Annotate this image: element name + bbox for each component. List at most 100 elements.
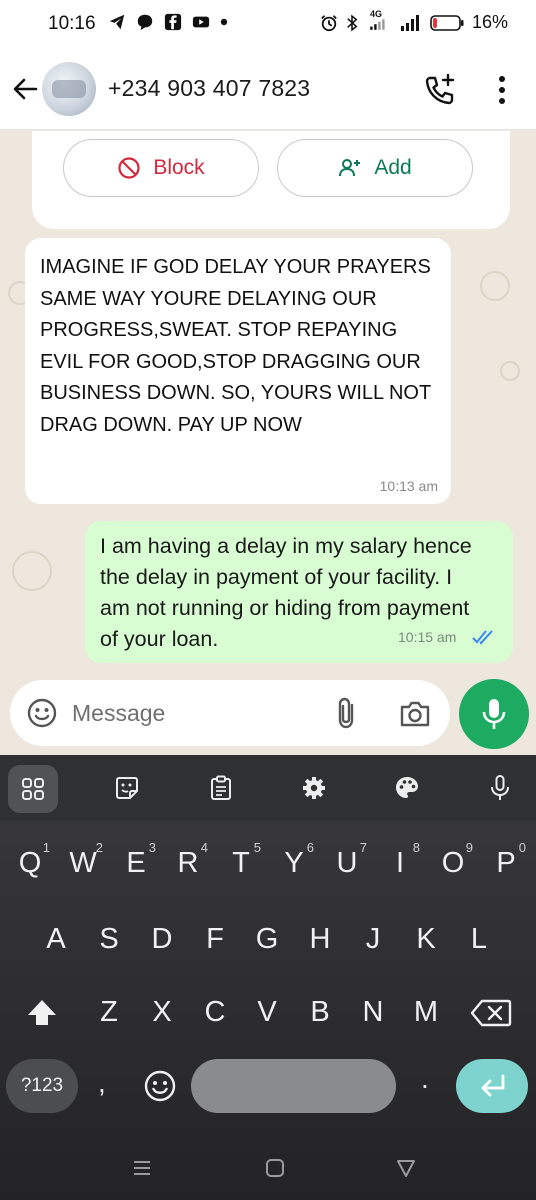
backspace-icon[interactable]	[470, 998, 512, 1028]
key-g[interactable]: G	[245, 911, 289, 967]
key-hint: 8	[412, 840, 420, 855]
chat-bubble-icon	[137, 14, 153, 31]
key-hint: 4	[200, 840, 208, 855]
key-label: T	[232, 847, 250, 879]
key-m[interactable]: M	[404, 984, 448, 1040]
key-y[interactable]: Y6	[272, 835, 316, 891]
space-key[interactable]	[191, 1059, 396, 1113]
key-h[interactable]: H	[298, 911, 342, 967]
contact-name[interactable]: +234 903 407 7823	[108, 75, 310, 102]
keyboard: Q1 W2 E3 R4 T5 Y6 U7 I8 O9 P0 A S D F G …	[0, 755, 536, 1200]
message-time: 10:15 am	[398, 629, 457, 645]
key-t[interactable]: T5	[219, 835, 263, 891]
wallpaper-doodle	[500, 361, 520, 381]
key-x[interactable]: X	[140, 984, 184, 1040]
sticker-icon[interactable]	[109, 770, 145, 806]
key-hint: 1	[42, 840, 50, 855]
camera-icon[interactable]	[398, 698, 432, 730]
home-icon[interactable]	[263, 1156, 287, 1180]
shift-icon[interactable]	[24, 995, 60, 1031]
incoming-message-bubble[interactable]: IMAGINE IF GOD DELAY YOUR PRAYERS SAME W…	[25, 238, 451, 504]
key-q[interactable]: Q1	[8, 835, 52, 891]
key-o[interactable]: O9	[431, 835, 475, 891]
voice-input-icon[interactable]	[482, 770, 518, 806]
attach-icon[interactable]	[332, 696, 362, 730]
key-c[interactable]: C	[193, 984, 237, 1040]
recents-icon[interactable]	[130, 1156, 154, 1180]
wallpaper-doodle	[12, 551, 52, 591]
key-label: O	[441, 847, 465, 879]
status-bar: 10:16 4G 16%	[0, 0, 536, 50]
block-button[interactable]: Block	[63, 139, 259, 197]
keyboard-toolbar	[0, 755, 536, 821]
bluetooth-icon	[347, 14, 358, 31]
message-input-box[interactable]: Message	[10, 680, 450, 746]
key-u[interactable]: U7	[325, 835, 369, 891]
theme-palette-icon[interactable]	[389, 770, 425, 806]
key-b[interactable]: B	[298, 984, 342, 1040]
alarm-icon	[321, 14, 337, 31]
key-label: Q	[18, 847, 42, 879]
key-d[interactable]: D	[140, 911, 184, 967]
settings-icon[interactable]	[296, 770, 332, 806]
key-l[interactable]: L	[457, 911, 501, 967]
mobile-signal-4g: 4G	[366, 9, 392, 33]
telegram-icon	[109, 14, 125, 30]
key-label: I	[395, 847, 405, 879]
period-key[interactable]: .	[421, 1063, 429, 1095]
unknown-contact-card: Block Add	[32, 131, 510, 229]
key-label: U	[336, 847, 358, 879]
key-hint: 6	[306, 840, 314, 855]
key-n[interactable]: N	[351, 984, 395, 1040]
key-hint: 7	[359, 840, 367, 855]
status-indicators: 4G 16%	[320, 9, 508, 33]
message-time: 10:13 am	[379, 478, 438, 494]
signal-strength-icon	[400, 14, 419, 31]
enter-key[interactable]	[456, 1059, 528, 1113]
key-e[interactable]: E3	[114, 835, 158, 891]
key-f[interactable]: F	[193, 911, 237, 967]
key-i[interactable]: I8	[378, 835, 422, 891]
key-v[interactable]: V	[245, 984, 289, 1040]
key-label: R	[177, 847, 199, 879]
apps-grid-icon[interactable]	[8, 765, 58, 813]
add-call-icon[interactable]	[422, 72, 458, 108]
voice-message-button[interactable]	[459, 679, 529, 749]
key-hint: 0	[518, 840, 526, 855]
clipboard-icon[interactable]	[203, 770, 239, 806]
outgoing-message-bubble[interactable]: I am having a delay in my salary hence t…	[85, 521, 513, 663]
comma-key[interactable]: ,	[98, 1067, 118, 1099]
dot-icon	[220, 18, 228, 26]
read-receipt-icon	[472, 630, 493, 645]
youtube-icon	[192, 16, 210, 28]
key-s[interactable]: S	[87, 911, 131, 967]
back-icon[interactable]	[394, 1156, 418, 1180]
key-w[interactable]: W2	[61, 835, 105, 891]
more-vert-icon[interactable]	[490, 72, 514, 108]
message-text: IMAGINE IF GOD DELAY YOUR PRAYERS SAME W…	[40, 256, 431, 436]
key-label: W	[69, 847, 97, 879]
back-arrow-icon[interactable]	[10, 74, 40, 104]
signal-strength-icon	[370, 18, 385, 30]
key-p[interactable]: P0	[484, 835, 528, 891]
emoji-icon[interactable]	[26, 697, 58, 729]
key-j[interactable]: J	[351, 911, 395, 967]
enter-icon	[481, 1074, 505, 1097]
key-label: E	[126, 847, 146, 879]
system-nav-bar	[0, 1140, 536, 1200]
avatar[interactable]	[42, 62, 96, 116]
key-a[interactable]: A	[34, 911, 78, 967]
message-input[interactable]: Message	[72, 700, 165, 727]
add-contact-button[interactable]: Add	[277, 139, 473, 197]
emoji-key-icon[interactable]	[143, 1069, 177, 1103]
chat-header: +234 903 407 7823	[0, 50, 536, 130]
key-r[interactable]: R4	[166, 835, 210, 891]
key-hint: 3	[148, 840, 156, 855]
block-label: Block	[153, 156, 205, 179]
status-time: 10:16	[48, 13, 96, 34]
key-k[interactable]: K	[404, 911, 448, 967]
key-z[interactable]: Z	[87, 984, 131, 1040]
chat-area[interactable]: Block Add IMAGINE IF GOD DELAY YOUR PRAY…	[0, 131, 536, 755]
notification-icons	[108, 13, 228, 31]
symbols-key[interactable]: ?123	[6, 1059, 78, 1113]
